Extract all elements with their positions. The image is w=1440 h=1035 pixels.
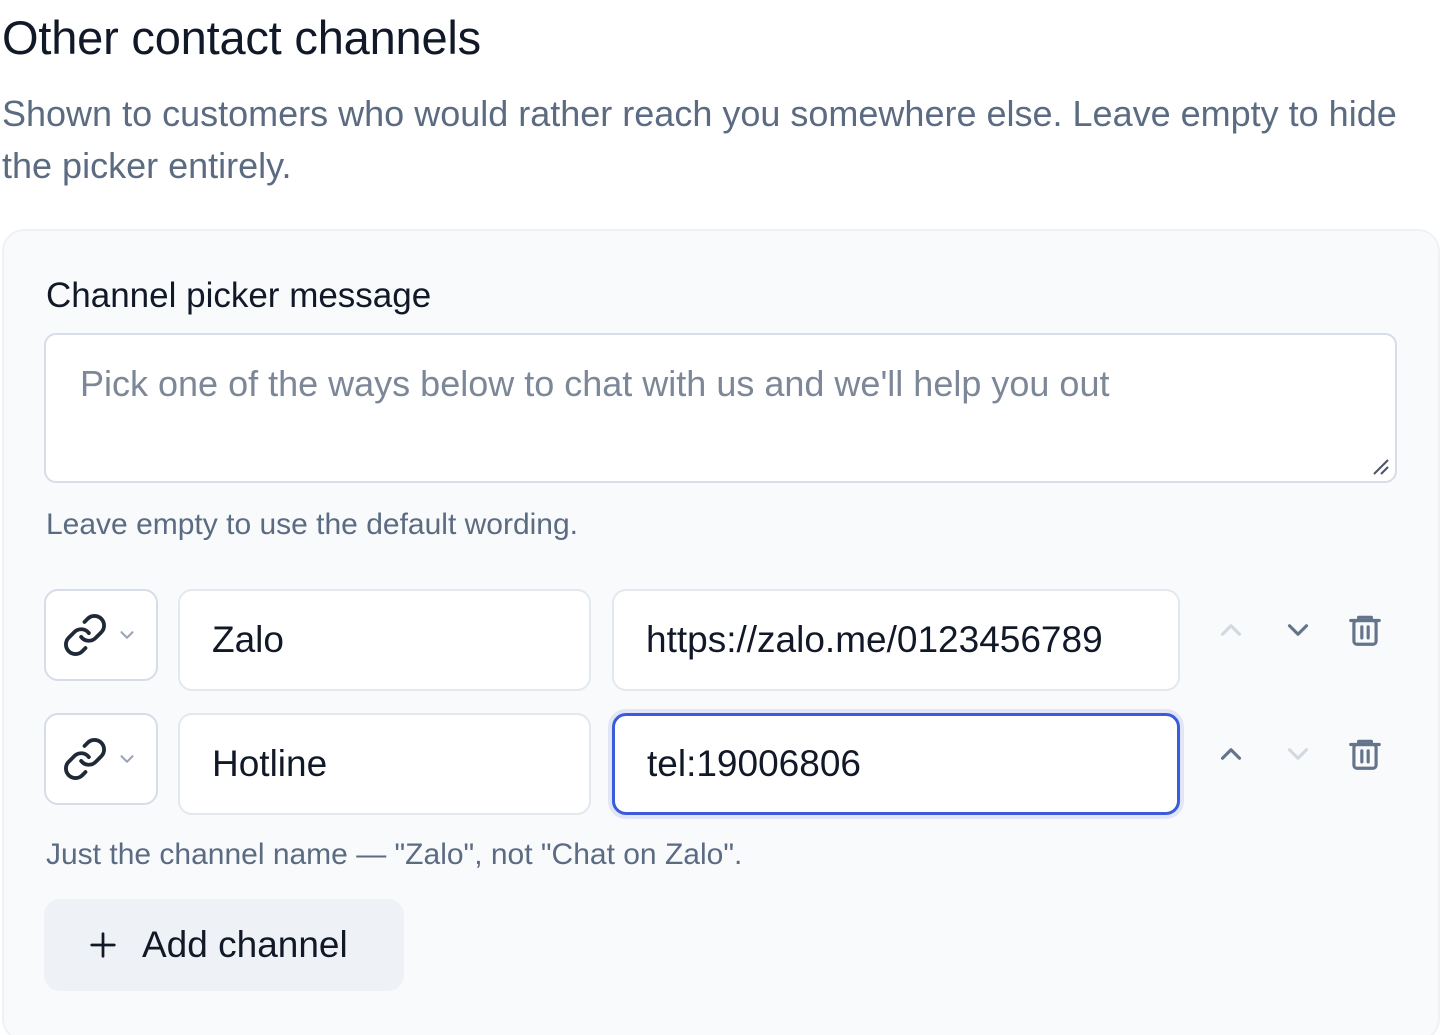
chevron-up-icon [1220,748,1242,760]
chevron-down-icon [1287,748,1309,760]
channel-url-input[interactable]: tel:19006806 [612,713,1180,815]
link-icon [64,614,106,656]
channel-url-input[interactable]: https://zalo.me/0123456789 [612,589,1180,691]
channel-name-hint: Just the channel name — "Zalo", not "Cha… [46,838,743,871]
move-up-button[interactable] [1207,606,1255,654]
channel-name-input[interactable]: Zalo [178,589,591,691]
picker-message-hint: Leave empty to use the default wording. [46,508,579,541]
add-channel-label: Add channel [142,924,348,965]
delete-channel-button[interactable] [1341,606,1389,654]
chevron-up-icon [1220,624,1242,636]
contact-channels-settings: Other contact channels Shown to customer… [0,0,1440,1035]
move-down-button[interactable] [1274,606,1322,654]
trash-icon [1349,615,1381,646]
picker-message-placeholder: Pick one of the ways below to chat with … [80,363,1110,404]
move-up-button[interactable] [1207,730,1255,778]
add-channel-button[interactable]: Add channel [44,899,404,991]
picker-message-textarea[interactable]: Pick one of the ways below to chat with … [44,333,1397,483]
chevron-down-icon [1287,624,1309,636]
channel-icon-select[interactable] [44,589,158,681]
channel-icon-select[interactable] [44,713,158,805]
chevron-down-icon [120,755,134,763]
picker-message-label: Channel picker message [46,276,432,315]
plus-icon [90,932,116,958]
trash-icon [1349,739,1381,770]
section-description: Shown to customers who would rather reac… [2,93,1397,186]
section-title: Other contact channels [2,11,481,64]
chevron-down-icon [120,631,134,639]
move-down-button[interactable] [1274,730,1322,778]
link-icon [64,738,106,780]
channel-name-input[interactable]: Hotline [178,713,591,815]
delete-channel-button[interactable] [1341,730,1389,778]
resize-handle-icon[interactable] [1371,457,1389,475]
